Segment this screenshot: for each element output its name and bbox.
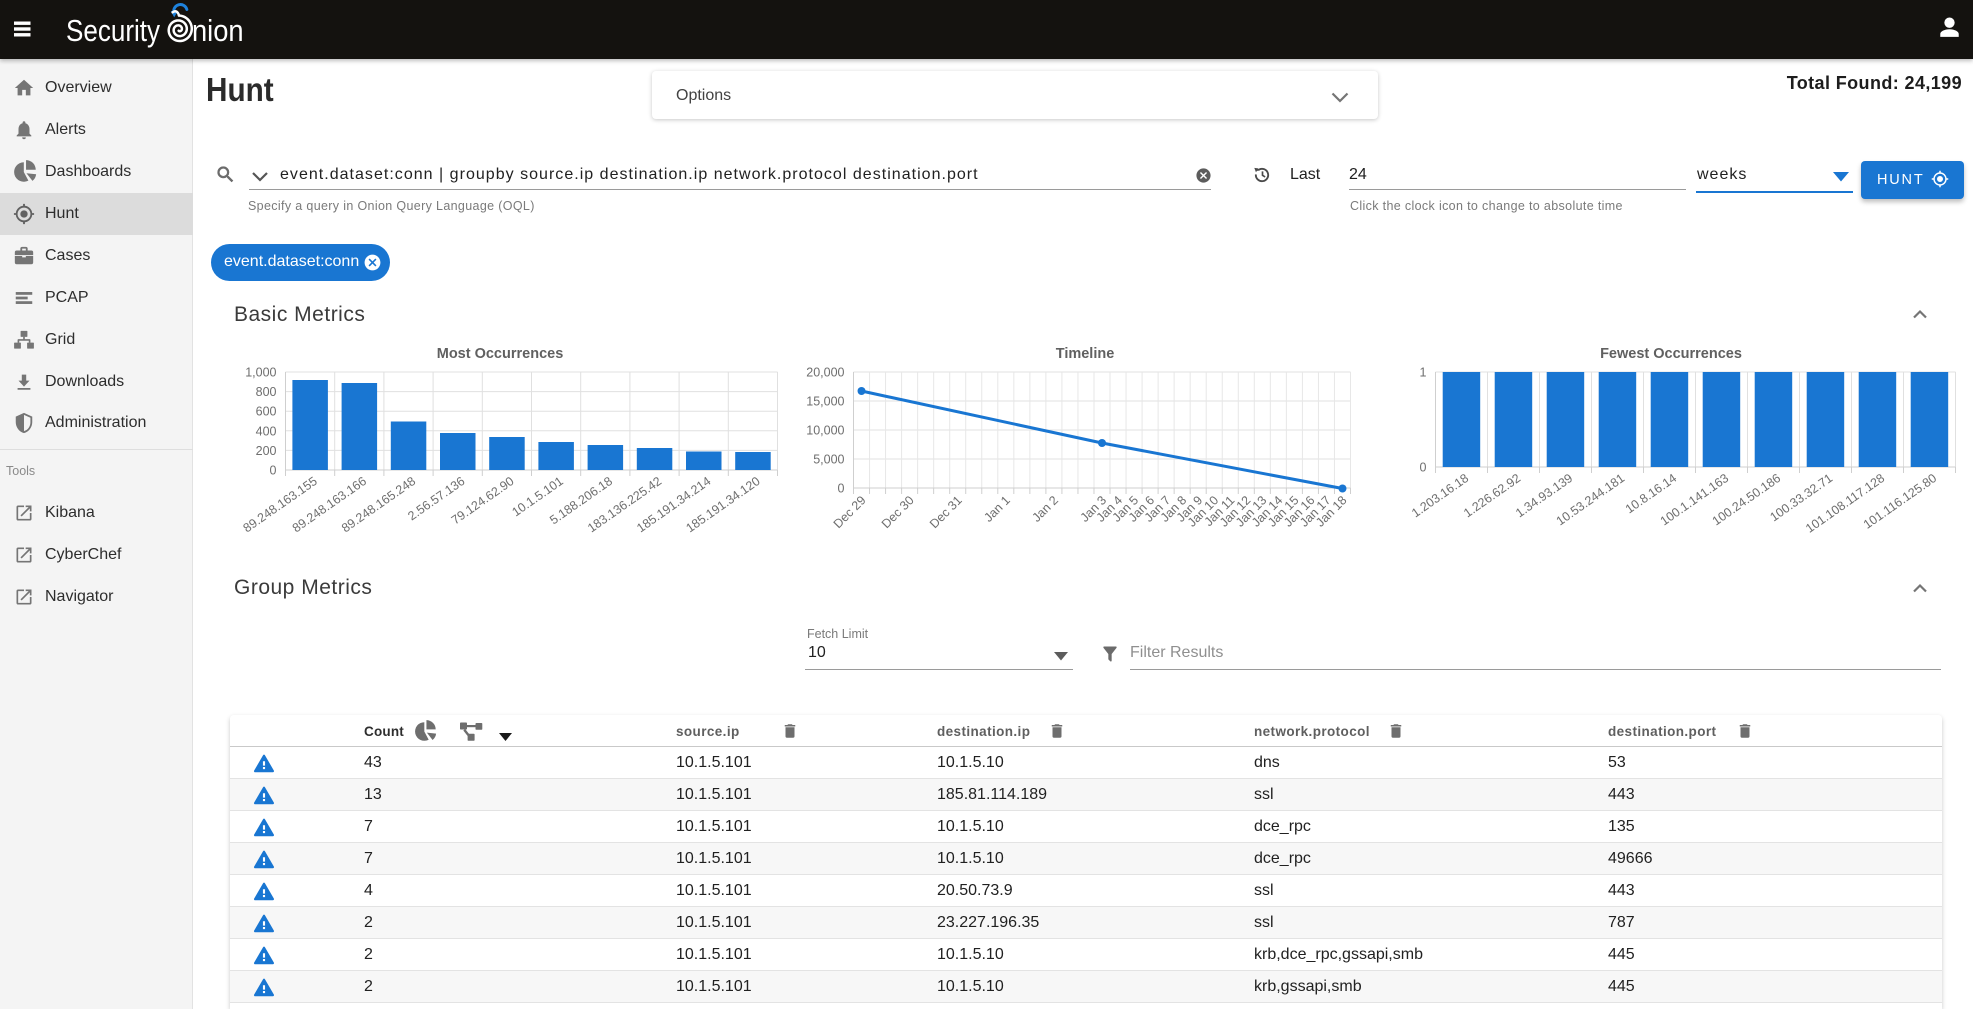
svg-text:0: 0 <box>270 464 277 478</box>
svg-text:Jan 1: Jan 1 <box>981 493 1013 525</box>
svg-text:800: 800 <box>256 385 277 399</box>
svg-text:Dec 29: Dec 29 <box>831 493 869 531</box>
svg-text:200: 200 <box>256 444 277 458</box>
svg-text:0: 0 <box>1420 461 1427 475</box>
svg-text:1.203.16.18: 1.203.16.18 <box>1409 471 1471 520</box>
svg-text:Dec 31: Dec 31 <box>927 493 965 531</box>
svg-text:15,000: 15,000 <box>806 395 844 409</box>
svg-text:Jan 2: Jan 2 <box>1029 493 1061 525</box>
svg-text:600: 600 <box>256 405 277 419</box>
svg-text:Most Occurrences: Most Occurrences <box>437 346 564 362</box>
svg-text:Timeline: Timeline <box>1056 346 1115 362</box>
svg-text:20,000: 20,000 <box>806 366 844 380</box>
svg-text:1,000: 1,000 <box>245 366 276 380</box>
svg-text:1: 1 <box>1420 366 1427 380</box>
svg-text:400: 400 <box>256 424 277 438</box>
svg-text:1.226.62.92: 1.226.62.92 <box>1461 471 1523 520</box>
svg-text:5,000: 5,000 <box>813 453 844 467</box>
svg-text:Fewest Occurrences: Fewest Occurrences <box>1600 346 1742 362</box>
svg-text:Dec 30: Dec 30 <box>879 493 917 531</box>
svg-text:0: 0 <box>838 482 845 496</box>
svg-text:10,000: 10,000 <box>806 424 844 438</box>
